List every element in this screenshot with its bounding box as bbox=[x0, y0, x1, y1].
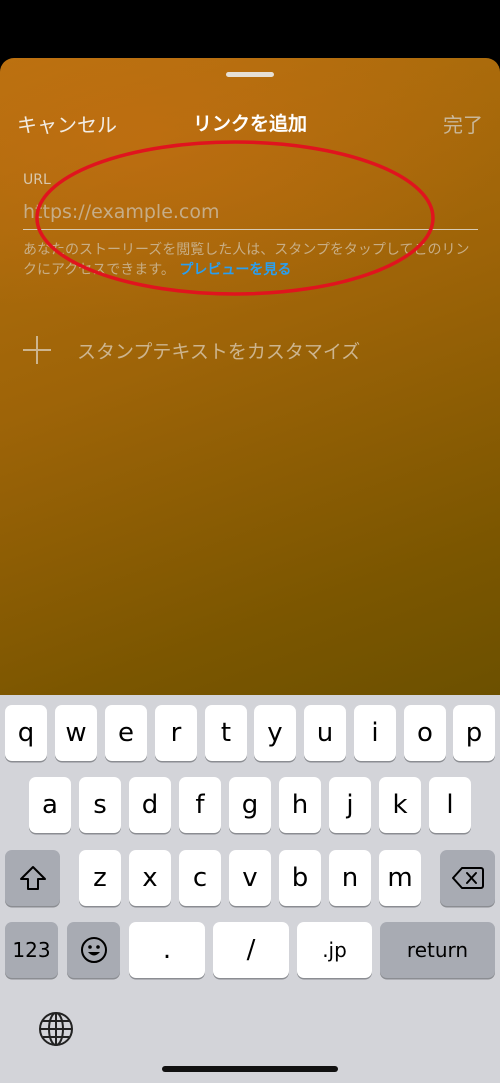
key-w[interactable]: w bbox=[55, 705, 97, 761]
key-y[interactable]: y bbox=[254, 705, 296, 761]
slash-key[interactable]: / bbox=[213, 922, 289, 978]
url-label: URL bbox=[23, 172, 51, 188]
domain-key[interactable]: .jp bbox=[297, 922, 372, 978]
key-p[interactable]: p bbox=[453, 705, 495, 761]
key-g[interactable]: g bbox=[229, 777, 271, 833]
key-e[interactable]: e bbox=[105, 705, 147, 761]
emoji-icon bbox=[80, 937, 107, 963]
shift-icon bbox=[19, 866, 46, 890]
backspace-key[interactable] bbox=[440, 850, 495, 906]
shift-key[interactable] bbox=[5, 850, 60, 906]
backspace-icon bbox=[451, 867, 484, 889]
key-z[interactable]: z bbox=[79, 850, 121, 906]
page-title: リンクを追加 bbox=[192, 113, 307, 135]
key-b[interactable]: b bbox=[279, 850, 321, 906]
key-o[interactable]: o bbox=[404, 705, 446, 761]
customize-sticker-text-label: スタンプテキストをカスタマイズ bbox=[77, 340, 361, 363]
key-u[interactable]: u bbox=[304, 705, 346, 761]
emoji-key[interactable] bbox=[67, 922, 120, 978]
key-i[interactable]: i bbox=[354, 705, 396, 761]
key-f[interactable]: f bbox=[179, 777, 221, 833]
home-indicator bbox=[162, 1066, 338, 1072]
key-c[interactable]: c bbox=[179, 850, 221, 906]
sheet-grabber[interactable] bbox=[226, 72, 274, 77]
customize-sticker-text-row[interactable]: スタンプテキストをカスタマイズ bbox=[23, 336, 360, 364]
key-k[interactable]: k bbox=[379, 777, 421, 833]
numbers-key[interactable]: 123 bbox=[5, 922, 58, 978]
dot-key[interactable]: . bbox=[129, 922, 205, 978]
key-h[interactable]: h bbox=[279, 777, 321, 833]
key-t[interactable]: t bbox=[205, 705, 247, 761]
help-text: あなたのストーリーズを閲覧した人は、スタンプをタップしてこのリンクにアクセスでき… bbox=[23, 240, 483, 280]
key-r[interactable]: r bbox=[155, 705, 197, 761]
key-m[interactable]: m bbox=[379, 850, 421, 906]
key-d[interactable]: d bbox=[129, 777, 171, 833]
key-x[interactable]: x bbox=[129, 850, 171, 906]
keyboard: q w e r t y u i o p a s d f g h j k l z … bbox=[0, 695, 500, 1083]
key-n[interactable]: n bbox=[329, 850, 371, 906]
return-key[interactable]: return bbox=[380, 922, 495, 978]
key-j[interactable]: j bbox=[329, 777, 371, 833]
url-input[interactable] bbox=[23, 194, 478, 230]
done-button[interactable]: 完了 bbox=[443, 109, 483, 138]
key-s[interactable]: s bbox=[79, 777, 121, 833]
plus-icon bbox=[23, 336, 51, 364]
key-a[interactable]: a bbox=[29, 777, 71, 833]
key-l[interactable]: l bbox=[429, 777, 471, 833]
preview-link[interactable]: プレビューを見る bbox=[179, 262, 291, 278]
key-q[interactable]: q bbox=[5, 705, 47, 761]
key-v[interactable]: v bbox=[229, 850, 271, 906]
globe-icon[interactable] bbox=[38, 1011, 74, 1047]
